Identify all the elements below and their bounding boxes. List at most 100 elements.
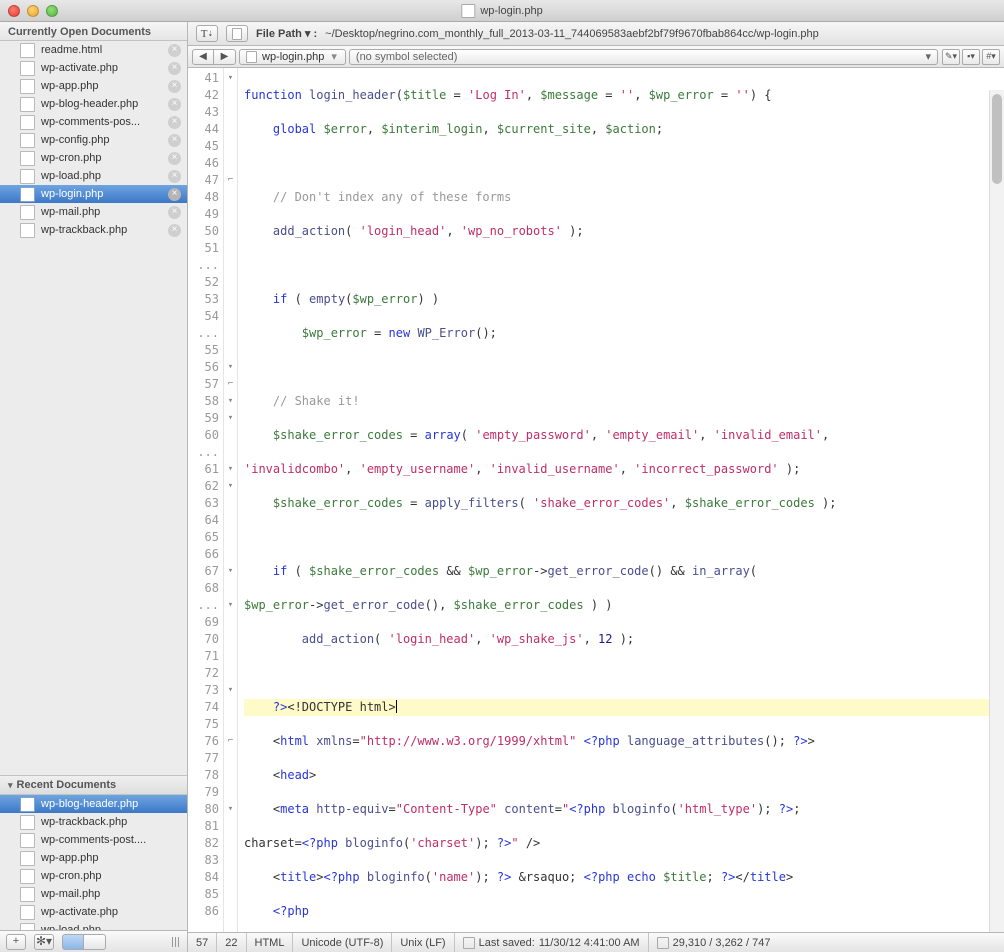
open-doc-item[interactable]: wp-comments-pos...× xyxy=(0,113,187,131)
open-docs-header: Currently Open Documents xyxy=(0,22,187,41)
file-icon xyxy=(20,223,35,238)
path-label: File Path ▾ : xyxy=(256,27,317,40)
doc-label: wp-trackback.php xyxy=(41,224,127,236)
titlebar: wp-login.php xyxy=(0,0,1004,22)
bookmark-icon[interactable]: #▾ xyxy=(982,49,1000,65)
open-doc-item[interactable]: readme.html × xyxy=(0,41,187,59)
doc-label: wp-config.php xyxy=(41,134,110,146)
sidebar: Currently Open Documents readme.html×wp-… xyxy=(0,22,188,952)
doc-label: wp-activate.php xyxy=(41,906,118,918)
open-doc-item[interactable]: wp-blog-header.php × xyxy=(0,95,187,113)
doc-label: wp-blog-header.php xyxy=(41,98,138,110)
doc-label: wp-cron.php xyxy=(41,152,102,164)
close-doc-icon[interactable]: × xyxy=(168,80,181,93)
nav-forward-button[interactable]: ▶ xyxy=(214,49,236,65)
sidebar-bottom-bar: + ✻▾ xyxy=(0,930,187,952)
counterpart-icon[interactable]: ▪▾ xyxy=(962,49,980,65)
view-mode-other[interactable] xyxy=(84,934,106,950)
recent-doc-item[interactable]: wp-load.php xyxy=(0,921,187,930)
recent-doc-item[interactable]: wp-mail.php xyxy=(0,885,187,903)
status-encoding[interactable]: Unicode (UTF-8) xyxy=(293,933,392,952)
open-doc-item[interactable]: wp-config.php × xyxy=(0,131,187,149)
recent-doc-item[interactable]: wp-cron.php xyxy=(0,867,187,885)
window-title: wp-login.php xyxy=(480,5,542,17)
status-counts: 29,310 / 3,262 / 747 xyxy=(649,933,779,952)
file-icon xyxy=(20,205,35,220)
recent-doc-item[interactable]: wp-app.php xyxy=(0,849,187,867)
file-crumb[interactable]: wp-login.php ▾ xyxy=(239,49,346,65)
code-editor[interactable]: function login_header($title = 'Log In',… xyxy=(238,68,1004,932)
close-doc-icon[interactable]: × xyxy=(168,206,181,219)
window-zoom-button[interactable] xyxy=(46,5,58,17)
file-icon xyxy=(20,869,35,884)
file-icon xyxy=(20,43,35,58)
save-icon xyxy=(463,937,475,949)
sidebar-resize-handle[interactable] xyxy=(172,937,181,947)
editor-pane: T⇣ File Path ▾ : ~/Desktop/negrino.com_m… xyxy=(188,22,1004,952)
recent-doc-item[interactable]: wp-comments-post.... xyxy=(0,831,187,849)
close-doc-icon[interactable]: × xyxy=(168,116,181,129)
doc-label: wp-login.php xyxy=(41,188,103,200)
recent-doc-item[interactable]: wp-activate.php xyxy=(0,903,187,921)
close-doc-icon[interactable]: × xyxy=(168,188,181,201)
close-doc-icon[interactable]: × xyxy=(168,152,181,165)
doc-label: wp-blog-header.php xyxy=(41,798,138,810)
close-doc-icon[interactable]: × xyxy=(168,170,181,183)
file-icon xyxy=(20,79,35,94)
status-line-endings[interactable]: Unix (LF) xyxy=(392,933,454,952)
title-doc-icon xyxy=(461,4,475,18)
doc-label: wp-comments-post.... xyxy=(41,834,146,846)
doc-label: wp-activate.php xyxy=(41,62,118,74)
window-close-button[interactable] xyxy=(8,5,20,17)
doc-stats-icon xyxy=(657,937,669,949)
open-doc-item[interactable]: wp-trackback.php × xyxy=(0,221,187,239)
open-doc-item[interactable]: wp-load.php× xyxy=(0,167,187,185)
new-button[interactable]: + xyxy=(6,934,26,950)
status-language[interactable]: HTML xyxy=(247,933,294,952)
file-icon xyxy=(20,833,35,848)
recent-doc-item[interactable]: wp-trackback.php xyxy=(0,813,187,831)
close-doc-icon[interactable]: × xyxy=(168,62,181,75)
document-icon[interactable] xyxy=(226,25,248,42)
close-doc-icon[interactable]: × xyxy=(168,134,181,147)
scroll-thumb[interactable] xyxy=(992,94,1002,184)
symbol-selector[interactable]: (no symbol selected) ▾ xyxy=(349,49,938,65)
view-mode-list[interactable] xyxy=(62,934,84,950)
window-minimize-button[interactable] xyxy=(27,5,39,17)
status-saved: Last saved: 11/30/12 4:41:00 AM xyxy=(455,933,649,952)
recent-docs-header[interactable]: Recent Documents xyxy=(0,775,187,795)
status-col[interactable]: 22 xyxy=(217,933,246,952)
doc-label: wp-app.php xyxy=(41,852,99,864)
line-gutter[interactable]: 4142434445464748495051...525354...555657… xyxy=(188,68,224,932)
open-doc-item[interactable]: wp-activate.php × xyxy=(0,59,187,77)
text-options-icon[interactable]: T⇣ xyxy=(196,25,218,42)
nav-bar: ◀ ▶ wp-login.php ▾ (no symbol selected) … xyxy=(188,46,1004,68)
pencil-icon[interactable]: ✎▾ xyxy=(942,49,960,65)
fold-column[interactable]: ▾⌐▾⌐▾▾▾▾▾▾▾⌐▾ xyxy=(224,68,238,932)
nav-back-button[interactable]: ◀ xyxy=(192,49,214,65)
recent-docs-list: wp-blog-header.php wp-trackback.php wp-com… xyxy=(0,795,187,930)
close-doc-icon[interactable]: × xyxy=(168,224,181,237)
doc-label: wp-trackback.php xyxy=(41,816,127,828)
action-menu-button[interactable]: ✻▾ xyxy=(34,934,54,950)
file-icon xyxy=(20,133,35,148)
vertical-scrollbar[interactable] xyxy=(989,90,1004,932)
file-icon xyxy=(20,923,35,931)
file-icon xyxy=(20,97,35,112)
status-line[interactable]: 57 xyxy=(188,933,217,952)
doc-label: wp-mail.php xyxy=(41,206,100,218)
file-icon xyxy=(20,115,35,130)
recent-doc-item[interactable]: wp-blog-header.php xyxy=(0,795,187,813)
close-doc-icon[interactable]: × xyxy=(168,98,181,111)
doc-label: wp-load.php xyxy=(41,924,101,930)
close-doc-icon[interactable]: × xyxy=(168,44,181,57)
open-doc-item[interactable]: wp-cron.php × xyxy=(0,149,187,167)
file-icon xyxy=(20,815,35,830)
status-bar: 57 22 HTML Unicode (UTF-8) Unix (LF) Las… xyxy=(188,932,1004,952)
symbol-label: (no symbol selected) xyxy=(356,51,458,63)
doc-label: readme.html xyxy=(41,44,102,56)
open-doc-item[interactable]: wp-app.php× xyxy=(0,77,187,95)
open-doc-item[interactable]: wp-login.php × xyxy=(0,185,187,203)
file-path[interactable]: ~/Desktop/negrino.com_monthly_full_2013-… xyxy=(325,28,819,40)
open-doc-item[interactable]: wp-mail.php × xyxy=(0,203,187,221)
